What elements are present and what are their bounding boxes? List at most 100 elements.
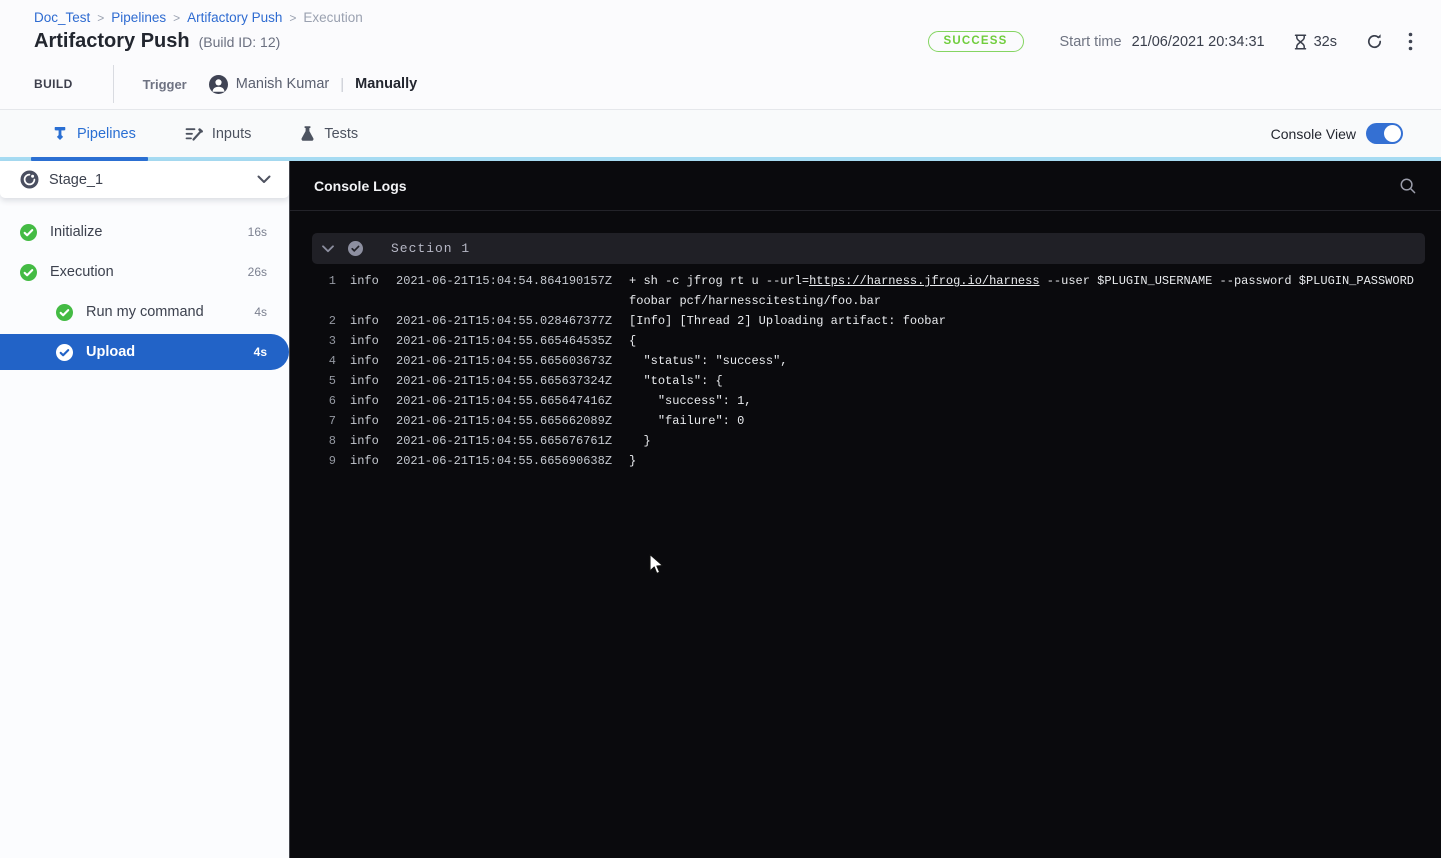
refresh-button[interactable]: [1365, 32, 1384, 51]
main-content: Stage_1 Initialize16sExecution26sRun my …: [0, 161, 1441, 858]
kebab-menu-button[interactable]: [1408, 32, 1413, 51]
log-timestamp: 2021-06-21T15:04:55.665647416Z: [396, 391, 612, 411]
log-level: info: [350, 371, 380, 391]
step-execution[interactable]: Execution26s: [0, 252, 289, 292]
tab-inputs[interactable]: Inputs: [185, 126, 252, 142]
log-row: 5 info 2021-06-21T15:04:55.665637324Z "tot…: [312, 371, 1425, 391]
log-row: 9info2021-06-21T15:04:55.665690638Z}: [312, 451, 1425, 471]
log-text: "failure": 0: [629, 414, 744, 428]
start-time-label: Start time: [1060, 34, 1122, 50]
console-header: Console Logs: [290, 161, 1441, 211]
console-view-control: Console View: [1271, 123, 1403, 144]
console-view-toggle[interactable]: [1366, 123, 1403, 144]
console-panel: Console Logs Section 1 1 info 2021-06-21T1…: [290, 161, 1441, 858]
log-timestamp: 2021-06-21T15:04:55.665690638Z: [396, 451, 612, 471]
log-row: 8 info 2021-06-21T15:04:55.665676761Z }: [312, 431, 1425, 451]
log-level: info: [350, 331, 380, 351]
page-title: Artifactory Push: [34, 30, 190, 53]
log-level: info: [350, 431, 380, 451]
log-level: info: [350, 351, 380, 371]
log-level: info: [350, 411, 380, 431]
step-success-icon: [20, 264, 37, 281]
log-line-number: 5: [322, 371, 336, 391]
pipe-separator: |: [340, 76, 344, 93]
log-level: info: [350, 271, 380, 291]
tab-label: Inputs: [212, 126, 252, 142]
breadcrumb-item-pipelines[interactable]: Pipelines: [111, 10, 166, 25]
tab-label: Pipelines: [77, 126, 136, 142]
step-duration: 16s: [248, 225, 267, 239]
log-line-number: 4: [322, 351, 336, 371]
step-initialize[interactable]: Initialize16s: [0, 212, 289, 252]
build-type-label: BUILD: [34, 77, 73, 91]
log-row: 4 info 2021-06-21T15:04:55.665603673Z "sta…: [312, 351, 1425, 371]
breadcrumb-separator: >: [289, 11, 296, 25]
log-row: 2info2021-06-21T15:04:55.028467377Z[Info…: [312, 311, 1425, 331]
search-icon[interactable]: [1399, 177, 1417, 195]
status-badge: SUCCESS: [928, 31, 1024, 52]
log-text: "success": 1,: [629, 394, 751, 408]
log-level: info: [350, 311, 380, 331]
log-line-number: 8: [322, 431, 336, 451]
toggle-knob: [1384, 125, 1401, 142]
step-run-my-command[interactable]: Run my command4s: [0, 292, 289, 332]
pipeline-icon: [52, 125, 68, 142]
header-right-group: SUCCESS Start time 21/06/2021 20:34:31 3…: [928, 31, 1413, 52]
chevron-down-icon: [257, 175, 271, 184]
trigger-user: Manish Kumar: [236, 76, 329, 92]
log-timestamp: 2021-06-21T15:04:55.665676761Z: [396, 431, 612, 451]
step-list: Initialize16sExecution26sRun my command4…: [0, 198, 289, 370]
breadcrumb: Doc_Test > Pipelines > Artifactory Push > Exec…: [34, 0, 1441, 25]
stage-selector[interactable]: Stage_1: [0, 161, 289, 198]
log-message: + sh -c jfrog rt u --url=https://harness…: [629, 271, 1425, 311]
log-message: "totals": {: [629, 371, 1425, 391]
log-section-header[interactable]: Section 1: [312, 233, 1425, 264]
log-text: }: [629, 434, 651, 448]
chevron-down-icon: [322, 245, 334, 253]
log-line-number: 3: [322, 331, 336, 351]
log-timestamp: 2021-06-21T15:04:55.665637324Z: [396, 371, 612, 391]
duration-value: 32s: [1314, 34, 1337, 50]
log-timestamp: 2021-06-21T15:04:55.665464535Z: [396, 331, 612, 351]
log-message: }: [629, 431, 1425, 451]
tab-label: Tests: [324, 126, 358, 142]
tab-tests[interactable]: Tests: [300, 125, 358, 142]
section-label: Section 1: [391, 241, 470, 256]
log-message: "status": "success",: [629, 351, 1425, 371]
breadcrumb-separator: >: [97, 11, 104, 25]
breadcrumb-item-execution: Execution: [303, 10, 362, 25]
breadcrumb-item-doc-test[interactable]: Doc_Test: [34, 10, 90, 25]
trigger-type: Manually: [355, 76, 417, 92]
console-title: Console Logs: [314, 178, 407, 194]
log-lines: 1info2021-06-21T15:04:54.864190157Z+ sh …: [312, 271, 1425, 471]
tab-pipelines[interactable]: Pipelines: [52, 125, 136, 142]
log-line-number: 2: [322, 311, 336, 331]
console-view-label: Console View: [1271, 126, 1356, 142]
console-body: Section 1 1info2021-06-21T15:04:54.86419…: [290, 211, 1441, 471]
stage-sidebar: Stage_1 Initialize16sExecution26sRun my …: [0, 161, 290, 858]
breadcrumb-separator: >: [173, 11, 180, 25]
log-line-number: 9: [322, 451, 336, 471]
log-text: {: [629, 334, 636, 348]
step-label: Upload: [86, 344, 135, 360]
log-timestamp: 2021-06-21T15:04:55.665662089Z: [396, 411, 612, 431]
log-text: + sh -c jfrog rt u --url=: [629, 274, 809, 288]
log-timestamp: 2021-06-21T15:04:55.665603673Z: [396, 351, 612, 371]
build-meta-row: BUILD Trigger Manish Kumar | Manually: [34, 65, 1441, 103]
step-upload[interactable]: Upload 4s: [0, 334, 289, 370]
step-label: Execution: [50, 264, 114, 280]
log-row: 7info2021-06-21T15:04:55.665662089Z "fai…: [312, 411, 1425, 431]
stage-icon: [20, 170, 39, 189]
breadcrumb-item-artifactory-push[interactable]: Artifactory Push: [187, 10, 282, 25]
log-message: }: [629, 451, 1425, 471]
hourglass-icon: [1292, 33, 1309, 51]
log-timestamp: 2021-06-21T15:04:55.028467377Z: [396, 311, 612, 331]
trigger-label: Trigger: [143, 77, 187, 92]
log-line-number: 6: [322, 391, 336, 411]
log-message: {: [629, 331, 1425, 351]
active-tab-underline: [31, 157, 148, 161]
step-success-icon: [56, 304, 73, 321]
log-link[interactable]: https://harness.jfrog.io/harness: [809, 274, 1039, 288]
log-line-number: 1: [322, 271, 336, 291]
step-duration: 4s: [254, 345, 267, 359]
